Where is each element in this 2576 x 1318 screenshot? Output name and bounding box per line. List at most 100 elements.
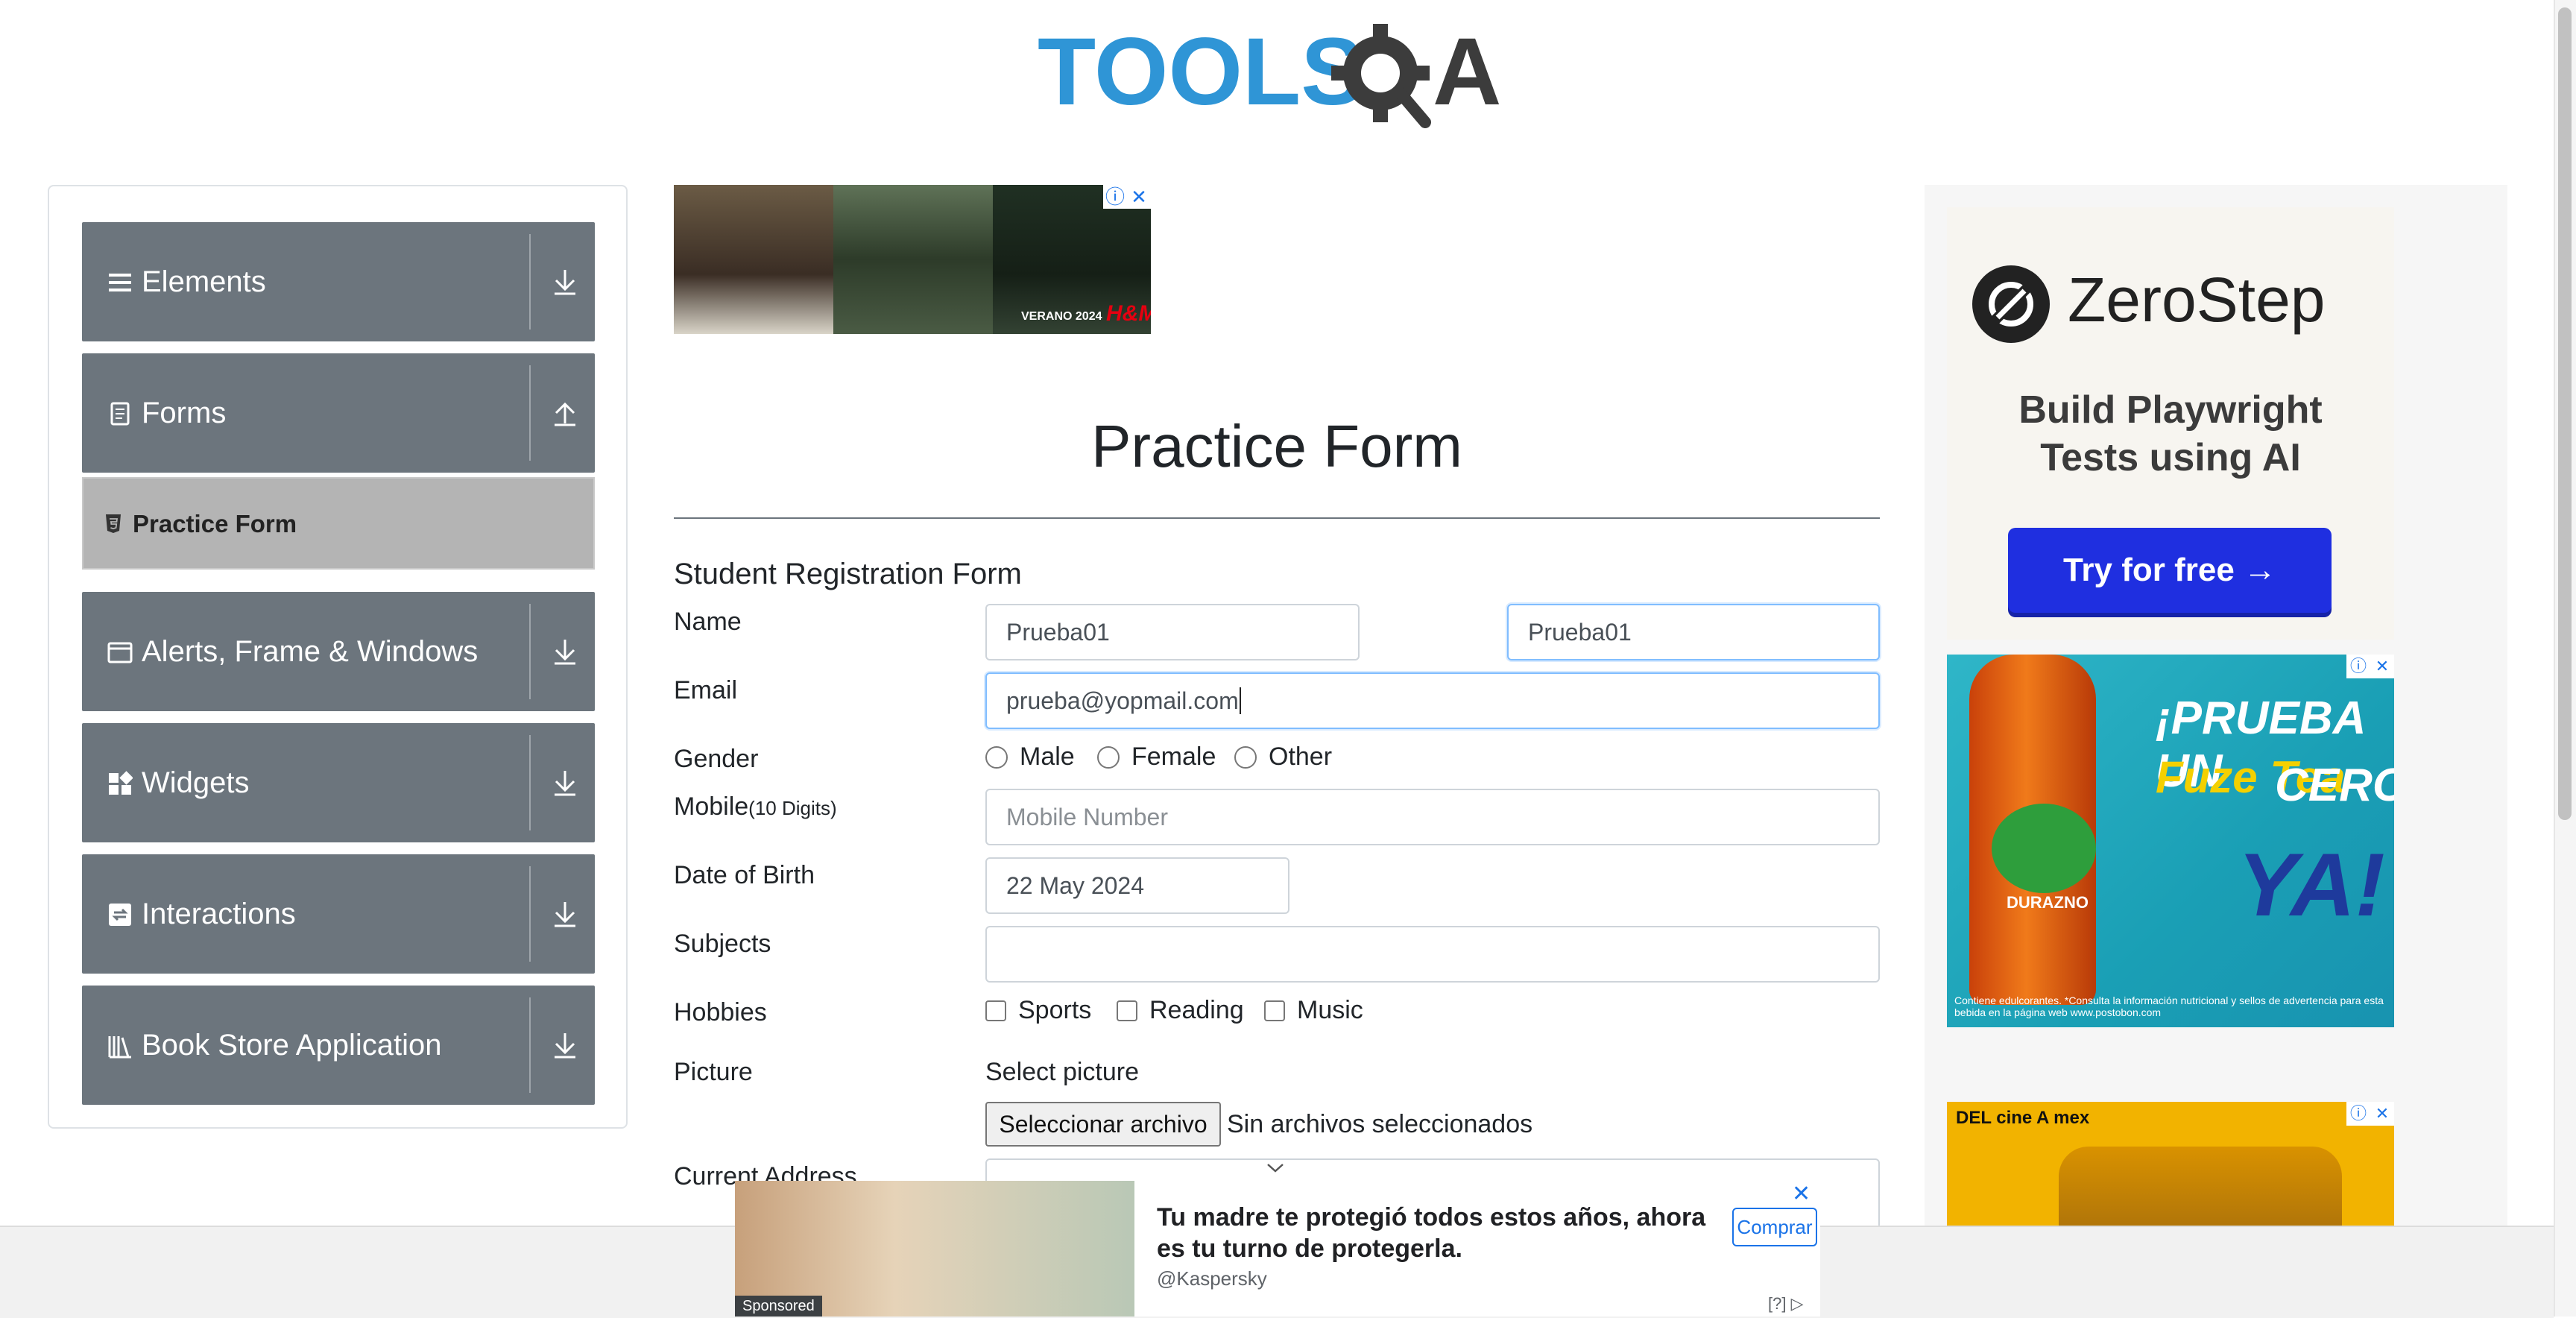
- download-arrow-icon[interactable]: [552, 1030, 578, 1060]
- try-for-free-button[interactable]: Try for free →: [2008, 528, 2332, 613]
- divider: [529, 604, 531, 699]
- hobby-sports-checkbox[interactable]: Sports: [985, 996, 1091, 1025]
- fuzetea-ad[interactable]: DURAZNO ¡PRUEBA UN Fuze Tea CERO YA! Con…: [1947, 655, 2394, 1027]
- ad-info-icon[interactable]: ⓘ: [2346, 655, 2370, 678]
- checkbox-label: Music: [1297, 996, 1363, 1024]
- email-value: prueba@yopmail.com: [1006, 687, 1239, 714]
- divider: [529, 866, 531, 962]
- select-picture-label: Select picture: [985, 1058, 1139, 1086]
- chevron-down-icon[interactable]: [1266, 1160, 1285, 1175]
- radio-circle[interactable]: [1234, 745, 1257, 769]
- menu-group-alerts[interactable]: Alerts, Frame & Windows: [82, 592, 595, 711]
- sidebar-item-practice-form[interactable]: Practice Form: [82, 477, 595, 570]
- divider: [529, 997, 531, 1093]
- download-arrow-icon[interactable]: [552, 768, 578, 798]
- checkbox-label: Reading: [1149, 996, 1244, 1024]
- text-cursor: [1239, 687, 1241, 714]
- checkbox-box[interactable]: [1264, 1000, 1285, 1021]
- ad-caption: VERANO 2024: [1021, 310, 1102, 323]
- download-arrow-icon[interactable]: [552, 267, 578, 297]
- zerostep-logo-icon: [1972, 265, 2050, 343]
- mobile-label-text: Mobile: [674, 792, 749, 821]
- file-status: Sin archivos seleccionados: [1227, 1110, 1533, 1138]
- menu-group-label: Alerts, Frame & Windows: [142, 635, 479, 668]
- gender-male-radio[interactable]: Male: [985, 742, 1075, 772]
- date-of-birth-input[interactable]: 22 May 2024: [985, 857, 1289, 914]
- close-icon[interactable]: ✕: [1792, 1181, 1811, 1207]
- radio-circle[interactable]: [1097, 745, 1120, 769]
- subjects-label: Subjects: [674, 930, 771, 958]
- divider: [529, 365, 531, 461]
- choose-file-button[interactable]: Seleccionar archivo: [985, 1102, 1221, 1147]
- menu-group-interactions[interactable]: Interactions: [82, 854, 595, 974]
- email-input[interactable]: prueba@yopmail.com: [985, 672, 1880, 729]
- top-banner-ad[interactable]: VERANO 2024 H&M ⓘ ✕: [674, 185, 1151, 334]
- menu-group-label: Interactions: [142, 898, 296, 930]
- menu-group-label: Book Store Application: [142, 1029, 442, 1062]
- hm-logo: H&M: [1106, 301, 1151, 326]
- widgets-icon: [109, 771, 133, 795]
- radio-label: Female: [1131, 742, 1216, 771]
- form-title: Student Registration Form: [674, 558, 1022, 590]
- download-arrow-icon[interactable]: [552, 899, 578, 929]
- bottle-label: [1992, 804, 2096, 893]
- ad-photo: [674, 185, 833, 334]
- ad-line-cero: CERO: [2275, 760, 2394, 811]
- logo-tools-text: TOOLS: [1038, 21, 1365, 125]
- left-panel: Elements Forms Practice Form Alerts, Fra…: [48, 185, 628, 1129]
- menu-group-forms[interactable]: Forms: [82, 353, 595, 473]
- gender-female-radio[interactable]: Female: [1097, 742, 1216, 772]
- ad-close-icon[interactable]: ✕: [1127, 185, 1151, 209]
- ad-info-text: [?]: [1768, 1294, 1787, 1313]
- checkbox-box[interactable]: [985, 1000, 1006, 1021]
- books-icon: [108, 1036, 131, 1059]
- menu-group-book-store[interactable]: Book Store Application: [82, 986, 595, 1105]
- subjects-input[interactable]: [985, 926, 1880, 983]
- html5-icon: [106, 514, 121, 533]
- mobile-input[interactable]: Mobile Number: [985, 789, 1880, 845]
- checkbox-label: Sports: [1018, 996, 1092, 1024]
- hobbies-label: Hobbies: [674, 998, 767, 1027]
- menu-group-widgets[interactable]: Widgets: [82, 723, 595, 842]
- radio-label: Other: [1269, 742, 1333, 771]
- ad-close-icon[interactable]: ✕: [2370, 655, 2394, 678]
- page-title: Practice Form: [1091, 413, 1462, 479]
- ad-close-icon[interactable]: ✕: [2370, 1102, 2394, 1126]
- flavor-text: DURAZNO: [2007, 893, 2089, 912]
- gender-label: Gender: [674, 745, 759, 773]
- email-label: Email: [674, 676, 738, 704]
- cine-ad-text: DEL cine A mex: [1956, 1108, 2090, 1128]
- download-arrow-icon[interactable]: [552, 637, 578, 666]
- ad-source: @Kaspersky: [1157, 1267, 1267, 1290]
- toolsqa-logo[interactable]: TOOLS A: [1038, 21, 1522, 133]
- ad-info-icon[interactable]: [?] ▷: [1768, 1294, 1804, 1314]
- menu-group-label: Widgets: [142, 766, 250, 799]
- upload-arrow-icon[interactable]: [552, 398, 578, 428]
- first-name-input[interactable]: Prueba01: [985, 604, 1360, 660]
- zerostep-tagline: Build Playwright Tests using AI: [2018, 388, 2323, 479]
- sidebar-item-label: Practice Form: [133, 510, 297, 537]
- ad-info-icon[interactable]: ⓘ: [1103, 185, 1127, 209]
- ad-photo: [833, 185, 993, 334]
- ad-info-icon[interactable]: ⓘ: [2346, 1102, 2370, 1126]
- ad-headline[interactable]: Tu madre te protegió todos estos años, a…: [1157, 1202, 1723, 1264]
- document-icon: [110, 402, 130, 426]
- gender-other-radio[interactable]: Other: [1234, 742, 1332, 772]
- hobby-music-checkbox[interactable]: Music: [1264, 996, 1363, 1025]
- comprar-button[interactable]: Comprar: [1732, 1208, 1817, 1246]
- checkbox-box[interactable]: [1117, 1000, 1137, 1021]
- window-icon: [107, 642, 133, 663]
- dob-label: Date of Birth: [674, 861, 815, 889]
- sponsored-badge: Sponsored: [735, 1296, 822, 1317]
- scrollbar-thumb[interactable]: [2558, 7, 2572, 820]
- zerostep-brand: ZeroStep: [2068, 265, 2326, 335]
- menu-icon: [109, 274, 131, 291]
- last-name-input[interactable]: Prueba01: [1507, 604, 1880, 660]
- hobby-reading-checkbox[interactable]: Reading: [1117, 996, 1244, 1025]
- radio-circle[interactable]: [985, 745, 1008, 769]
- menu-group-label: Elements: [142, 265, 266, 298]
- menu-group-elements[interactable]: Elements: [82, 222, 595, 341]
- interactions-icon: [109, 904, 131, 926]
- name-label: Name: [674, 608, 742, 636]
- mobile-label: Mobile(10 Digits): [674, 790, 837, 824]
